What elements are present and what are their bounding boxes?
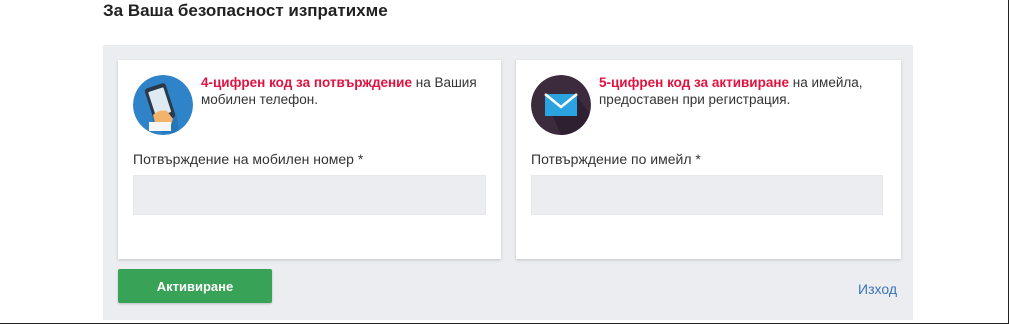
email-code-highlight: 5-цифрен код за активиране (599, 75, 790, 90)
phone-code-input[interactable] (133, 175, 486, 215)
phone-code-highlight: 4-цифрен код за потвърждение (201, 75, 412, 90)
logout-link[interactable]: Изход (858, 281, 897, 297)
page-title: За Ваша безопасност изпратихме (103, 1, 388, 20)
verification-panel: 4-цифрен код за потвърждение на Вашия мо… (103, 45, 913, 320)
email-code-input[interactable] (531, 175, 883, 215)
envelope-icon (531, 75, 591, 135)
phone-verification-card: 4-цифрен код за потвърждение на Вашия мо… (118, 60, 501, 259)
phone-code-description: 4-цифрен код за потвърждение на Вашия мо… (201, 74, 487, 108)
email-field-label: Потвърждение по имейл * (531, 151, 701, 167)
phone-in-hand-icon (133, 75, 193, 135)
email-verification-card: 5-цифрен код за активиране на имейла, пр… (516, 60, 901, 259)
activate-button[interactable]: Активиране (118, 269, 272, 303)
phone-field-label: Потвърждение на мобилен номер * (133, 151, 364, 167)
email-code-description: 5-цифрен код за активиране на имейла, пр… (599, 74, 887, 108)
